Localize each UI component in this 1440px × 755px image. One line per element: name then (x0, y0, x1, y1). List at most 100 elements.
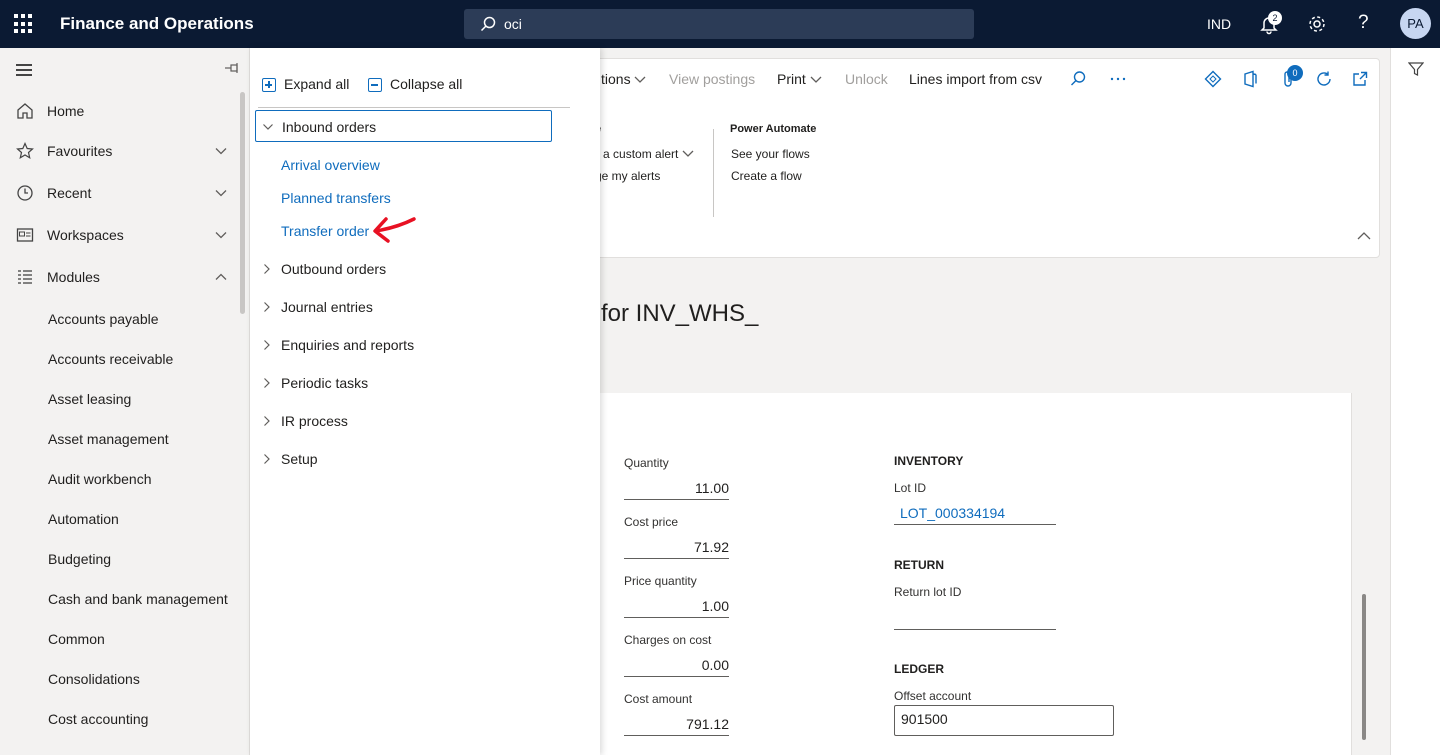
create-custom-alert-button[interactable]: e a custom alert (593, 147, 694, 161)
nav-item-label: Modules (47, 269, 100, 285)
nav-item-label: Recent (47, 185, 92, 201)
expand-all-button[interactable]: Expand all (262, 76, 358, 94)
form-scrollbar[interactable] (1362, 594, 1366, 740)
search-icon[interactable] (1069, 70, 1087, 88)
inventory-heading: INVENTORY (894, 454, 964, 468)
lines-import-button[interactable]: Lines import from csv (909, 71, 1042, 87)
print-button[interactable]: Print (777, 71, 822, 87)
group-inbound-orders[interactable]: Inbound orders (255, 110, 552, 142)
star-icon (16, 142, 34, 160)
group-label: Journal entries (281, 299, 373, 315)
search-input[interactable] (504, 14, 954, 34)
chevron-right-icon (264, 340, 270, 350)
link-arrival-overview[interactable]: Arrival overview (281, 157, 380, 173)
see-your-flows-button[interactable]: See your flows (731, 147, 810, 161)
chevron-down-icon[interactable] (214, 144, 228, 158)
attachment-count-badge: 0 (1287, 65, 1303, 81)
chevron-down-icon[interactable] (214, 186, 228, 200)
tab-options[interactable]: tions (601, 71, 646, 87)
office-icon[interactable] (1241, 70, 1259, 88)
module-asset-leasing[interactable]: Asset leasing (48, 391, 131, 407)
group-enquiries-and-reports[interactable]: Enquiries and reports (255, 329, 552, 361)
chevron-down-icon (263, 124, 273, 130)
chevron-right-icon (264, 264, 270, 274)
group-label: Outbound orders (281, 261, 387, 277)
app-title[interactable]: Finance and Operations (60, 14, 254, 34)
list-icon (18, 270, 32, 284)
group-ir-process[interactable]: IR process (255, 405, 552, 437)
form-card: Quantity 11.00 Cost price 71.92 Price qu… (600, 393, 1352, 755)
nav-item-label: Workspaces (47, 227, 124, 243)
module-common[interactable]: Common (48, 631, 105, 647)
lot-id-link[interactable]: LOT_000334194 (894, 505, 1056, 525)
refresh-icon[interactable] (1315, 70, 1333, 88)
return-lot-id-label: Return lot ID (894, 585, 962, 599)
return-lot-id-field[interactable] (894, 610, 1056, 630)
unlock-button[interactable]: Unlock (845, 71, 888, 87)
group-periodic-tasks[interactable]: Periodic tasks (255, 367, 552, 399)
action-pane: tions View postings Print Unlock Lines i… (590, 58, 1380, 258)
nav-scrollbar[interactable] (240, 92, 245, 314)
user-avatar[interactable]: PA (1400, 8, 1431, 39)
more-options-icon[interactable] (1109, 70, 1127, 88)
tab-options-label: tions (601, 71, 631, 87)
company-selector[interactable]: IND (1207, 16, 1231, 32)
hamburger-menu-icon[interactable] (16, 64, 32, 76)
group-label: Setup (281, 451, 318, 467)
nav-item-recent[interactable]: Recent (0, 178, 240, 208)
offset-account-label: Offset account (894, 689, 972, 703)
collapse-all-button[interactable]: Collapse all (368, 76, 468, 94)
cost-amount-field[interactable]: 791.12 (624, 716, 729, 736)
nav-item-home[interactable]: Home (0, 96, 240, 126)
collapse-action-pane-icon[interactable] (1357, 229, 1371, 243)
divider (258, 107, 570, 108)
quantity-field[interactable]: 11.00 (624, 480, 729, 500)
group-journal-entries[interactable]: Journal entries (255, 291, 552, 323)
charges-on-cost-label: Charges on cost (624, 633, 712, 647)
charges-on-cost-field[interactable]: 0.00 (624, 657, 729, 677)
filter-icon[interactable] (1408, 61, 1424, 77)
expand-all-icon (262, 78, 276, 92)
create-a-flow-button[interactable]: Create a flow (731, 169, 802, 183)
chevron-right-icon (264, 378, 270, 388)
search-icon (480, 16, 496, 32)
module-budgeting[interactable]: Budgeting (48, 551, 111, 567)
module-cash-and-bank-management[interactable]: Cash and bank management (48, 591, 228, 607)
link-transfer-order[interactable]: Transfer order (281, 223, 369, 239)
pin-icon[interactable] (224, 62, 240, 74)
manage-alerts-button[interactable]: ge my alerts (595, 169, 660, 183)
nav-item-label: Home (47, 103, 85, 119)
open-in-new-window-icon[interactable] (1351, 70, 1369, 88)
module-accounts-receivable[interactable]: Accounts receivable (48, 351, 173, 367)
link-planned-transfers[interactable]: Planned transfers (281, 190, 391, 206)
module-asset-management[interactable]: Asset management (48, 431, 169, 447)
module-consolidations[interactable]: Consolidations (48, 671, 140, 687)
module-accounts-payable[interactable]: Accounts payable (48, 311, 159, 327)
page-title: for INV_WHS_ (601, 300, 759, 327)
offset-account-field[interactable]: 901500 (894, 705, 1114, 736)
nav-item-workspaces[interactable]: Workspaces (0, 220, 240, 250)
nav-item-favourites[interactable]: Favourites (0, 136, 240, 166)
workspace-icon (16, 228, 34, 242)
chevron-up-icon[interactable] (214, 270, 228, 284)
view-postings-button[interactable]: View postings (669, 71, 755, 87)
settings-gear-icon[interactable] (1307, 14, 1327, 34)
price-quantity-field[interactable]: 1.00 (624, 598, 729, 618)
ledger-heading: LEDGER (894, 662, 945, 676)
group-setup[interactable]: Setup (255, 443, 552, 475)
module-audit-workbench[interactable]: Audit workbench (48, 471, 152, 487)
cost-price-field[interactable]: 71.92 (624, 539, 729, 559)
group-label: IR process (281, 413, 348, 429)
group-divider (713, 129, 714, 217)
module-cost-accounting[interactable]: Cost accounting (48, 711, 148, 727)
cost-price-label: Cost price (624, 515, 679, 529)
group-outbound-orders[interactable]: Outbound orders (255, 253, 552, 285)
quantity-label: Quantity (624, 456, 669, 470)
app-launcher-icon[interactable] (14, 14, 34, 34)
help-icon[interactable]: ? (1358, 12, 1369, 34)
search-box[interactable] (464, 9, 974, 39)
diamond-icon[interactable] (1204, 70, 1222, 88)
nav-item-modules[interactable]: Modules (0, 262, 240, 292)
chevron-down-icon[interactable] (214, 228, 228, 242)
module-automation[interactable]: Automation (48, 511, 119, 527)
